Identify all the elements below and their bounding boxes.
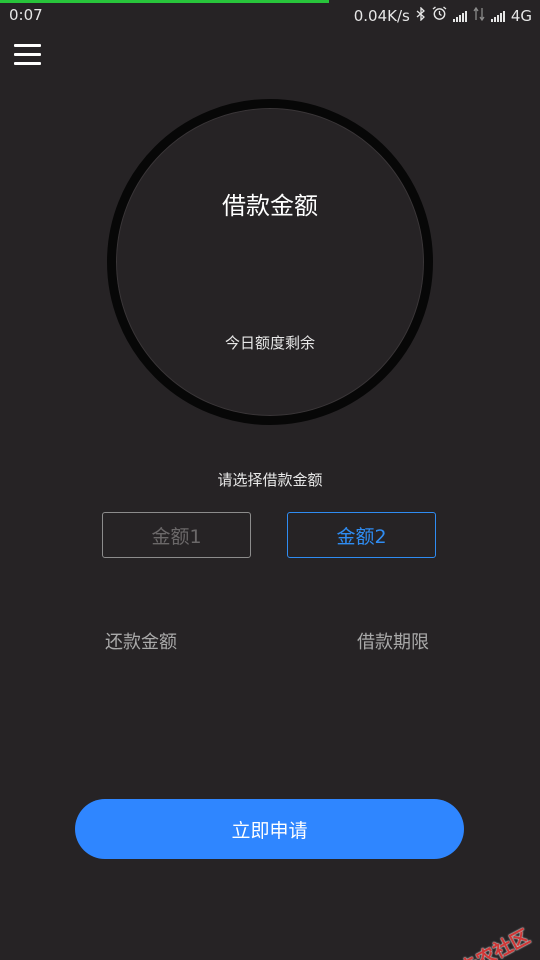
status-bar: 0:07 0.04K/s 4G — [0, 0, 540, 30]
amount-option-1[interactable]: 金额1 — [102, 512, 251, 558]
hamburger-menu-icon[interactable] — [14, 44, 42, 66]
ring-subtitle: 今日额度剩余 — [224, 334, 315, 352]
bluetooth-icon — [416, 5, 426, 25]
status-indicators: 0.04K/s 4G — [353, 5, 532, 25]
watermark: 卡农社区 — [431, 922, 534, 960]
data-arrows-icon — [473, 6, 485, 25]
watermark-text: 卡农社区 — [456, 925, 534, 960]
choose-amount-label: 请选择借款金额 — [217, 471, 323, 489]
app-screen: 0:07 0.04K/s 4G 借款金额 今日额度剩余 请选择借款金额 金额1 … — [0, 0, 540, 960]
apply-now-button[interactable]: 立即申请 — [75, 799, 464, 859]
ring-title: 借款金额 — [222, 192, 318, 220]
loan-amount-ring — [107, 99, 433, 425]
alarm-icon — [432, 6, 447, 25]
signal-icon — [452, 10, 467, 22]
signal-icon — [490, 10, 505, 22]
amount-option-2[interactable]: 金额2 — [287, 512, 436, 558]
repay-amount-label: 还款金额 — [105, 632, 177, 653]
status-time: 0:07 — [9, 6, 43, 24]
loan-term-label: 借款期限 — [357, 632, 429, 653]
network-type: 4G — [510, 6, 532, 25]
page-load-progress — [0, 0, 329, 3]
network-speed: 0.04K/s — [353, 6, 410, 25]
